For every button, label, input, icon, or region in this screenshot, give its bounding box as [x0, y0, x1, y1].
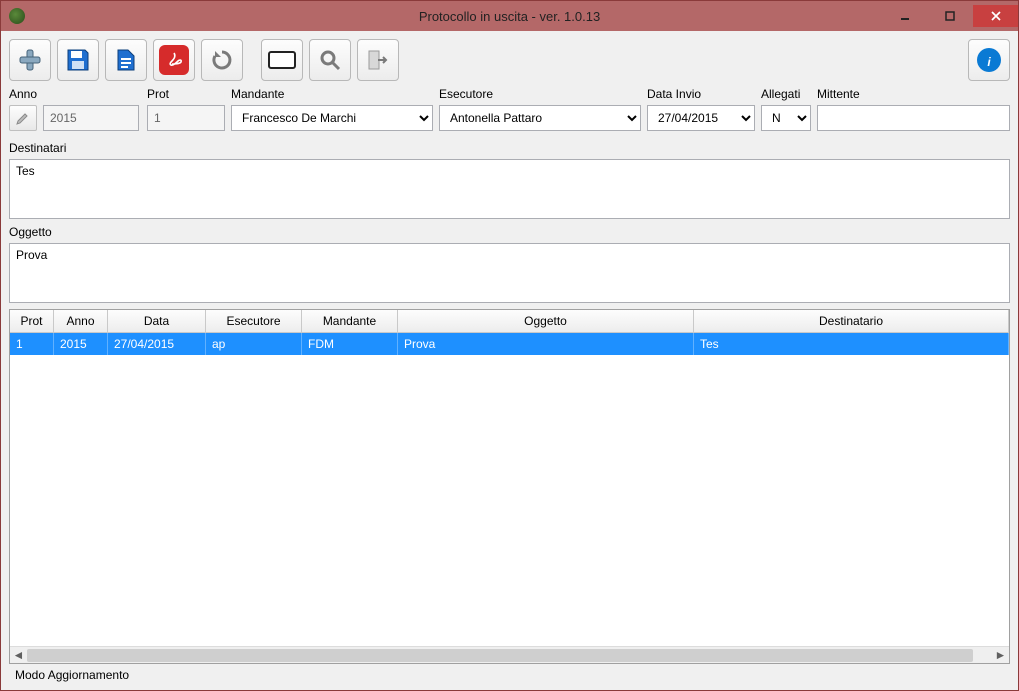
cell-prot: 1 [10, 333, 54, 355]
prot-field[interactable] [147, 105, 225, 131]
oggetto-field[interactable] [9, 243, 1010, 303]
cell-data: 27/04/2015 [108, 333, 206, 355]
esecutore-label: Esecutore [439, 87, 641, 101]
search-button[interactable] [309, 39, 351, 81]
col-anno[interactable]: Anno [54, 310, 108, 333]
grid-body[interactable]: 1 2015 27/04/2015 ap FDM Prova Tes [10, 333, 1009, 646]
mandante-select[interactable]: Francesco De Marchi [231, 105, 433, 131]
scroll-left-icon[interactable]: ◄ [10, 647, 27, 664]
pdf-button[interactable] [153, 39, 195, 81]
oggetto-label: Oggetto [9, 225, 1010, 239]
anno-label: Anno [9, 87, 141, 101]
mittente-field[interactable] [817, 105, 1010, 131]
col-data[interactable]: Data [108, 310, 206, 333]
app-window: Protocollo in uscita - ver. 1.0.13 [0, 0, 1019, 691]
export-button[interactable] [357, 39, 399, 81]
window-title: Protocollo in uscita - ver. 1.0.13 [1, 9, 1018, 24]
client-area: i Anno Prot Mandante F [1, 31, 1018, 690]
maximize-button[interactable] [927, 5, 972, 27]
cell-mandante: FDM [302, 333, 398, 355]
anno-edit-button[interactable] [9, 105, 37, 131]
col-oggetto[interactable]: Oggetto [398, 310, 694, 333]
table-row[interactable]: 1 2015 27/04/2015 ap FDM Prova Tes [10, 333, 1009, 355]
prot-label: Prot [147, 87, 225, 101]
destinatari-field[interactable] [9, 159, 1010, 219]
close-button[interactable] [973, 5, 1018, 27]
status-bar: Modo Aggiornamento [9, 664, 1010, 690]
col-prot[interactable]: Prot [10, 310, 54, 333]
info-button[interactable]: i [968, 39, 1010, 81]
form-row-1: Anno Prot Mandante Francesco De Marchi [9, 87, 1010, 131]
col-destinatario[interactable]: Destinatario [694, 310, 1009, 333]
grid-header: Prot Anno Data Esecutore Mandante Oggett… [10, 310, 1009, 333]
esecutore-select[interactable]: Antonella Pattaro [439, 105, 641, 131]
cell-oggetto: Prova [398, 333, 694, 355]
results-grid: Prot Anno Data Esecutore Mandante Oggett… [9, 309, 1010, 664]
minimize-button[interactable] [882, 5, 927, 27]
cell-anno: 2015 [54, 333, 108, 355]
col-mandante[interactable]: Mandante [302, 310, 398, 333]
col-esecutore[interactable]: Esecutore [206, 310, 302, 333]
cell-destinatario: Tes [694, 333, 1009, 355]
document-button[interactable] [105, 39, 147, 81]
scroll-right-icon[interactable]: ► [992, 647, 1009, 664]
app-icon [9, 8, 25, 24]
allegati-label: Allegati [761, 87, 811, 101]
save-button[interactable] [57, 39, 99, 81]
allegati-select[interactable]: N [761, 105, 811, 131]
toolbar: i [9, 37, 1010, 87]
title-bar[interactable]: Protocollo in uscita - ver. 1.0.13 [1, 1, 1018, 31]
anno-field[interactable] [43, 105, 139, 131]
horizontal-scrollbar[interactable]: ◄ ► [10, 646, 1009, 663]
cell-esecutore: ap [206, 333, 302, 355]
data-invio-select[interactable]: 27/04/2015 [647, 105, 755, 131]
data-invio-label: Data Invio [647, 87, 755, 101]
view-button[interactable] [261, 39, 303, 81]
mandante-label: Mandante [231, 87, 433, 101]
add-button[interactable] [9, 39, 51, 81]
mittente-label: Mittente [817, 87, 1010, 101]
destinatari-label: Destinatari [9, 141, 1010, 155]
refresh-button[interactable] [201, 39, 243, 81]
